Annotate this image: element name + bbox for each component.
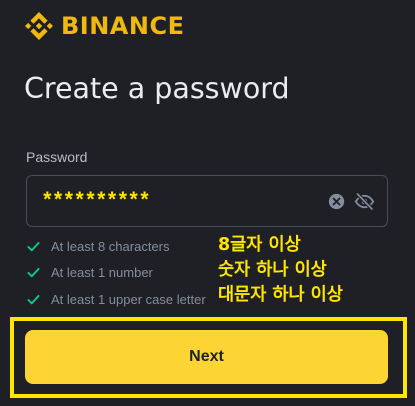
brand-name: BINANCE [61, 12, 185, 40]
next-button[interactable]: Next [25, 330, 388, 384]
requirement-item: At least 8 characters [27, 233, 206, 260]
annotation-line: 숫자 하나 이상 [218, 260, 327, 280]
eye-slash-icon[interactable] [354, 191, 375, 212]
annotation-line: 대문자 하나 이상 [218, 285, 343, 305]
requirement-label: At least 8 characters [51, 238, 170, 254]
check-icon [27, 241, 40, 251]
check-icon [27, 268, 40, 278]
page-title: Create a password [24, 72, 290, 105]
binance-logo-icon [25, 12, 53, 40]
password-requirements: At least 8 characters At least 1 number … [27, 233, 206, 313]
password-label: Password [26, 149, 88, 165]
check-icon [27, 294, 40, 304]
brand: BINANCE [25, 10, 184, 42]
clear-circle-x-icon[interactable] [328, 193, 345, 210]
password-input[interactable]: ********** [26, 175, 388, 227]
requirement-item: At least 1 upper case letter [27, 286, 206, 313]
requirement-item: At least 1 number [27, 260, 206, 287]
requirement-label: At least 1 number [51, 265, 153, 281]
requirement-label: At least 1 upper case letter [51, 291, 206, 307]
korean-annotation: 8글자 이상 숫자 하나 이상 대문자 하나 이상 [218, 233, 343, 308]
password-masked-value: ********** [41, 191, 151, 214]
annotation-line: 8글자 이상 [218, 235, 301, 255]
